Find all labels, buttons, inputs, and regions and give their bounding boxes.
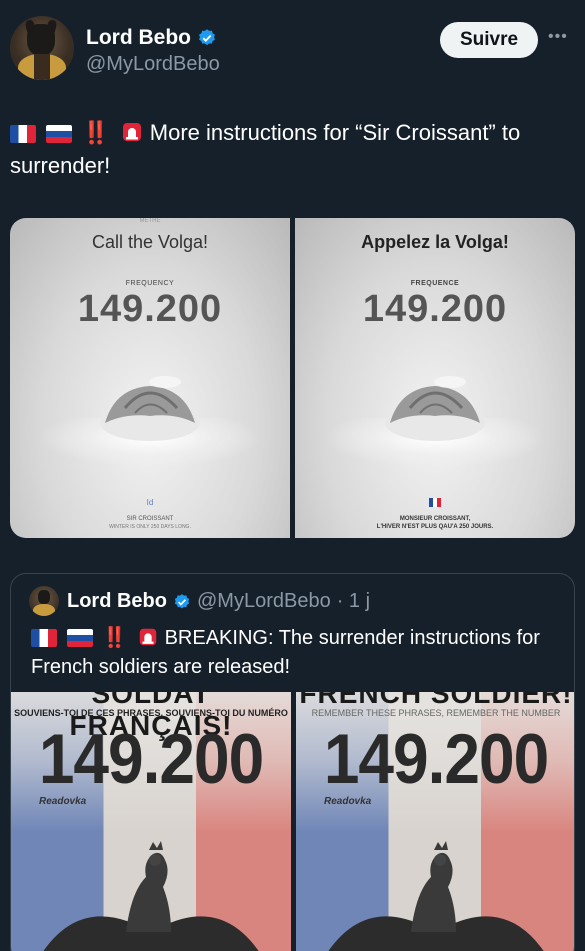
poster-french-flag-icon — [429, 498, 441, 507]
media-image-left[interactable]: METHE Call the Volga! FREQUENCY 149.200 … — [10, 218, 290, 538]
tweet-media[interactable]: METHE Call the Volga! FREQUENCY 149.200 … — [10, 218, 575, 538]
verified-badge-icon — [174, 593, 190, 608]
follow-button[interactable]: Suivre — [440, 22, 538, 58]
author-name-row[interactable]: Lord Bebo — [86, 26, 217, 50]
quoted-media-image-right[interactable]: FRENCH SOLDIER! REMEMBER THESE PHRASES, … — [296, 692, 574, 951]
poster-frequency-number: 149.200 — [77, 288, 223, 330]
quoted-author-avatar — [29, 586, 59, 616]
verified-badge-icon — [199, 29, 215, 46]
croissant-illustration — [100, 376, 200, 441]
poster-frequency-number: 149.200 — [38, 719, 264, 799]
quoted-media[interactable]: SOLDAT FRANÇAIS! SOUVIENS-TOI DE CES PHR… — [11, 692, 574, 951]
rooster-statue-illustration — [328, 841, 544, 951]
poster-frequency-number: 149.200 — [362, 288, 508, 330]
poster-footer-line1: SIR CROISSANT — [126, 516, 174, 522]
double-exclamation-icon: ‼️ — [102, 627, 128, 649]
quoted-timestamp: · 1 j — [336, 590, 371, 612]
author-handle[interactable]: @MyLordBebo — [86, 53, 220, 76]
media-image-right[interactable]: Appelez la Volga! FREQUENCE 149.200 MONS… — [295, 218, 575, 538]
poster-top-text: METHE — [139, 218, 161, 224]
quoted-author-row: Lord Bebo @MyLordBebo · 1 j — [67, 590, 370, 613]
quoted-author-name: Lord Bebo — [67, 590, 167, 612]
author-avatar[interactable] — [10, 16, 74, 80]
rotating-light-icon — [139, 628, 156, 646]
poster-footer-line1: MONSIEUR CROISSANT, — [399, 516, 471, 522]
flag-france-icon — [31, 629, 57, 647]
poster-frequency-label: FREQUENCE — [410, 280, 460, 287]
poster-frequency-label: FREQUENCY — [125, 280, 175, 287]
rotating-light-icon — [122, 123, 141, 141]
poster-footer-line2: WINTER IS ONLY 250 DAYS LONG. — [109, 524, 191, 530]
poster-footer-line2: L'HIVER N'EST PLUS QAU'A 250 JOURS. — [376, 524, 494, 530]
poster-subline: REMEMBER THESE PHRASES, REMEMBER THE NUM… — [311, 708, 561, 718]
more-options-icon[interactable]: ••• — [548, 28, 568, 46]
poster-logo: Id — [146, 498, 154, 507]
flag-russia-icon — [46, 125, 73, 143]
poster-frequency-number: 149.200 — [323, 719, 549, 799]
croissant-illustration — [385, 376, 485, 441]
quoted-tweet[interactable]: Lord Bebo @MyLordBebo · 1 j ‼️ BREAKING:… — [10, 573, 575, 951]
double-exclamation-icon: ‼️ — [82, 120, 110, 145]
flag-russia-icon — [66, 629, 93, 647]
tweet-text: ‼️ More instructions for “Sir Croissant”… — [10, 116, 570, 182]
author-name[interactable]: Lord Bebo — [86, 26, 191, 50]
rooster-statue-illustration — [43, 841, 259, 951]
flag-france-icon — [10, 125, 36, 143]
poster-title: Appelez la Volga! — [361, 232, 509, 252]
quoted-tweet-text: ‼️ BREAKING: The surrender instructions … — [31, 624, 561, 682]
poster-title: Call the Volga! — [91, 232, 209, 252]
poster-subline: SOUVIENS-TOI DE CES PHRASES, SOUVIENS-TO… — [14, 708, 288, 718]
quoted-media-image-left[interactable]: SOLDAT FRANÇAIS! SOUVIENS-TOI DE CES PHR… — [11, 692, 291, 951]
tweet-header: Lord Bebo @MyLordBebo Suivre ••• — [10, 16, 575, 86]
poster-brand: Readovka — [39, 796, 87, 807]
poster-brand: Readovka — [324, 796, 372, 807]
quoted-author-handle: @MyLordBebo — [197, 590, 331, 612]
